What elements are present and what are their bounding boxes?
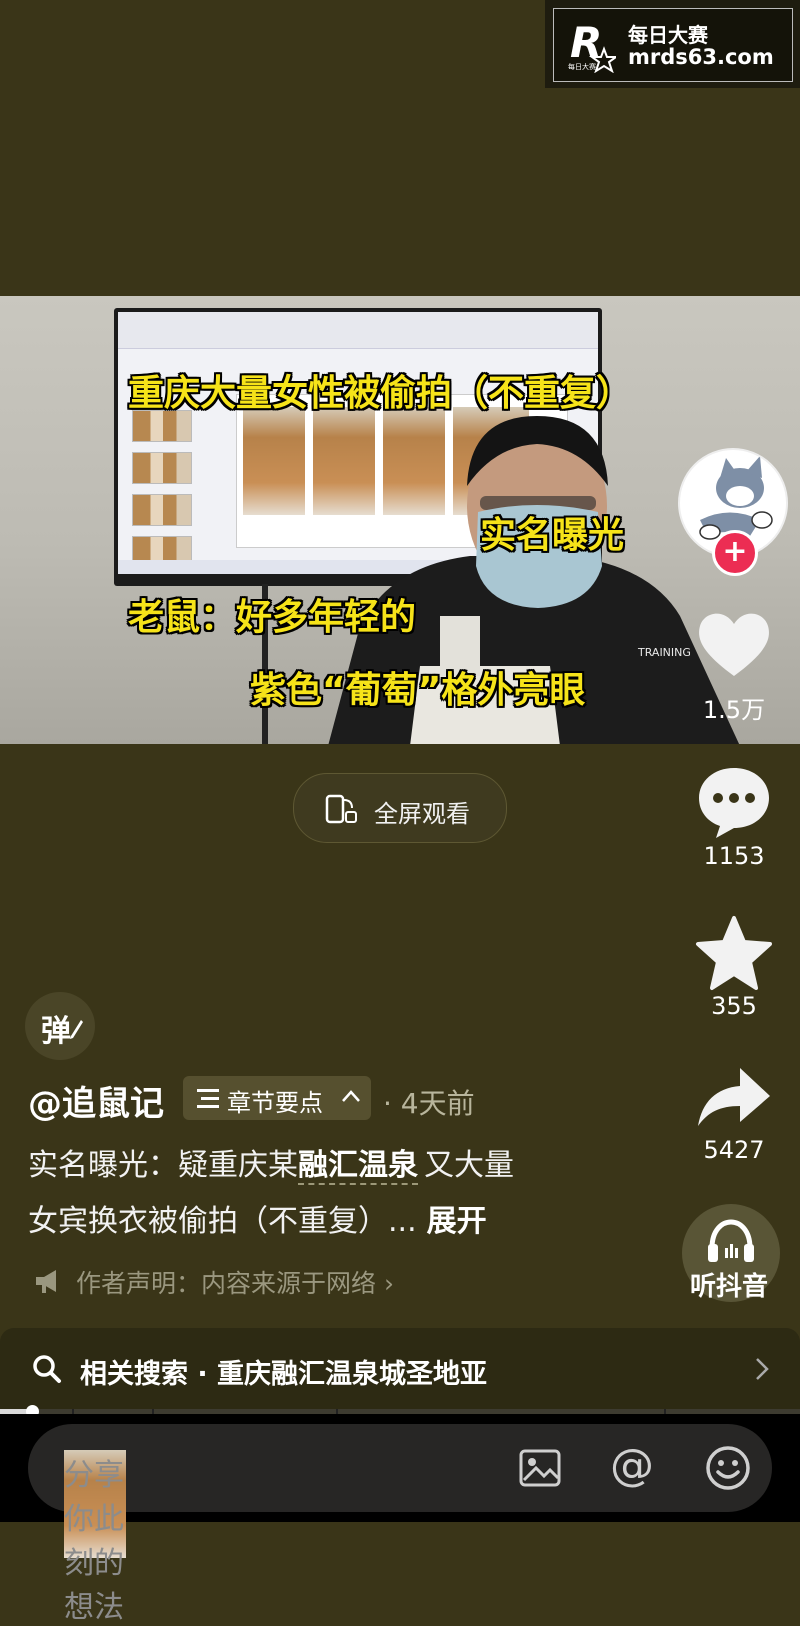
at-icon[interactable]: @ (610, 1442, 654, 1490)
caption-line1: 重庆大量女性被偷拍（不重复） (128, 373, 633, 414)
headphones-icon (708, 1219, 754, 1262)
danmu-toggle[interactable]: 弹 (25, 992, 95, 1060)
desc-suffix: 又大量 (424, 1148, 514, 1183)
chapter-points-button[interactable]: 章节要点 (183, 1076, 371, 1120)
rotate-screen-icon (325, 794, 357, 824)
search-icon (33, 1355, 61, 1383)
post-time: · 4天前 (383, 1087, 475, 1120)
fullscreen-label: 全屏观看 (374, 800, 470, 828)
watermark-url: mrds63.com (628, 45, 774, 69)
chevron-up-icon (342, 1090, 360, 1102)
list-icon (197, 1089, 219, 1108)
shirt-text: TRAINING (637, 646, 691, 659)
desc-keyword-link[interactable]: 融汇温泉 (298, 1148, 418, 1185)
share-count: 5427 (703, 1136, 765, 1164)
listen-label: 听抖音 (690, 1272, 769, 1302)
heart-icon[interactable] (694, 604, 774, 684)
chevron-right-icon (756, 1358, 769, 1380)
follow-plus-button[interactable]: + (712, 530, 758, 576)
comment-icon[interactable] (694, 762, 774, 842)
description-line2: 女宾换衣被偷拍（不重复）... 展开 (28, 1196, 487, 1240)
svg-text:R: R (570, 18, 602, 67)
declaration-text: 作者声明：内容来源于网络 › (76, 1269, 394, 1298)
caption-line2: 实名曝光 (480, 515, 625, 556)
caption-line4: 紫色“葡萄”格外亮眼 (250, 670, 586, 711)
megaphone-icon (36, 1270, 56, 1293)
comment-placeholder: 分享你此刻的想法 (64, 1450, 126, 1625)
emoji-icon[interactable] (704, 1444, 752, 1492)
desc-line2: 女宾换衣被偷拍（不重复）... (28, 1204, 417, 1239)
related-search-bar[interactable]: 相关搜索 · 重庆融汇温泉城圣地亚 (0, 1328, 800, 1410)
star-icon[interactable] (694, 912, 774, 992)
desc-prefix: 实名曝光：疑重庆某 (28, 1148, 298, 1183)
danmu-label: 弹 (41, 1014, 71, 1049)
watermark: R 每日大赛 每日大赛 mrds63.com (545, 0, 800, 88)
like-count: 1.5万 (702, 696, 766, 724)
favorite-count: 355 (711, 992, 757, 1020)
related-search-text: 相关搜索 · 重庆融汇温泉城圣地亚 (80, 1359, 488, 1390)
share-icon[interactable] (694, 1060, 774, 1140)
watermark-title: 每日大赛 (628, 23, 708, 47)
expand-button[interactable]: 展开 (427, 1204, 487, 1239)
image-icon[interactable] (518, 1446, 562, 1490)
comment-count: 1153 (703, 842, 765, 870)
description-line1: 实名曝光：疑重庆某融汇温泉 又大量 (28, 1140, 514, 1185)
author-declaration[interactable]: 作者声明：内容来源于网络 › (34, 1264, 434, 1298)
fullscreen-button[interactable]: 全屏观看 (293, 773, 507, 843)
caption-line3: 老鼠：好多年轻的 (128, 597, 417, 638)
comment-input[interactable]: 分享你此刻的想法 @ (28, 1424, 772, 1625)
author-name[interactable]: @追鼠记 (28, 1076, 164, 1125)
watermark-logo: R 每日大赛 (568, 18, 616, 73)
chapter-label: 章节要点 (227, 1089, 323, 1117)
svg-text:每日大赛: 每日大赛 (568, 62, 596, 71)
pen-icon (70, 1020, 83, 1039)
